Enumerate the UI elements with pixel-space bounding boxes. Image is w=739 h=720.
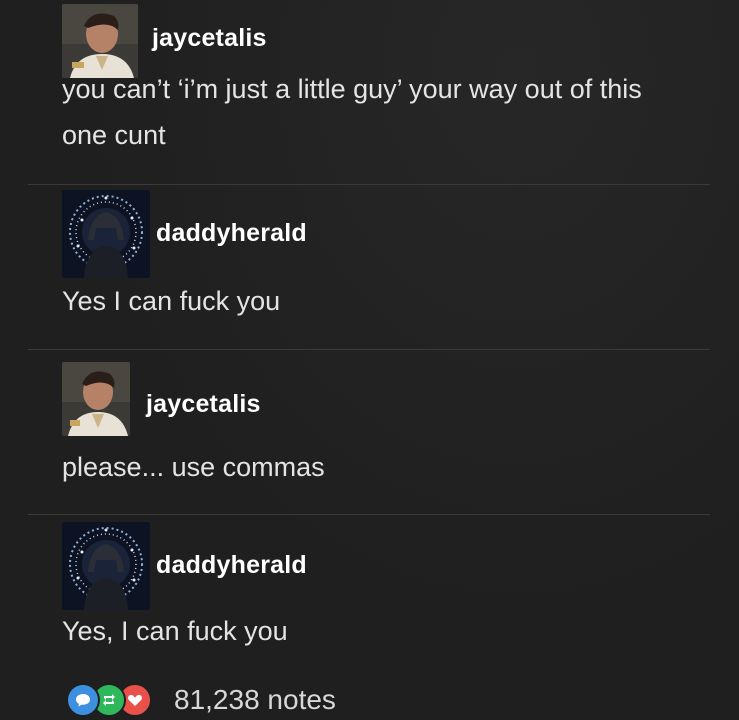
post-text: Yes, I can fuck you bbox=[62, 616, 288, 646]
post-divider bbox=[28, 349, 710, 350]
reply-icon[interactable] bbox=[66, 683, 100, 717]
jayce-avatar[interactable] bbox=[62, 362, 130, 436]
post-text: Yes I can fuck you bbox=[62, 286, 281, 316]
notes-count[interactable]: 81,238 notes bbox=[174, 684, 336, 716]
post-username[interactable]: daddyherald bbox=[156, 551, 307, 580]
herald-avatar[interactable] bbox=[62, 190, 150, 278]
post-username[interactable]: daddyherald bbox=[156, 219, 307, 248]
tumblr-thread: jaycetalis you can’t ‘i’m just a little … bbox=[0, 0, 739, 720]
post-text: you can’t ‘i’m just a little guy’ your w… bbox=[62, 74, 642, 150]
post-divider bbox=[28, 184, 710, 185]
notes-footer: 81,238 notes bbox=[66, 682, 336, 718]
post-text: please... use commas bbox=[62, 452, 325, 482]
post-username[interactable]: jaycetalis bbox=[152, 24, 267, 53]
herald-avatar[interactable] bbox=[62, 522, 150, 610]
post-username[interactable]: jaycetalis bbox=[146, 390, 261, 419]
post-divider bbox=[28, 514, 710, 515]
